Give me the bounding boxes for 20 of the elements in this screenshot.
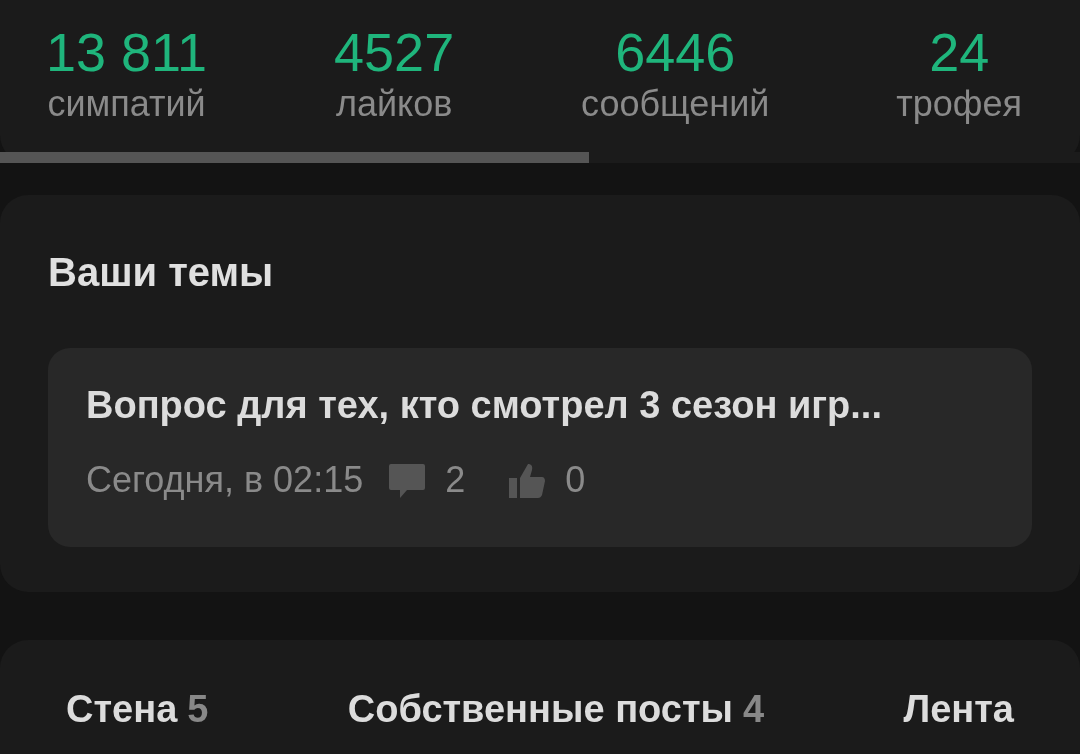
tab-label: Собственные посты	[347, 688, 734, 730]
comment-count: 2	[445, 458, 466, 502]
profile-tab[interactable]: Стена 5	[66, 684, 209, 734]
stat-label: трофея	[896, 82, 1022, 126]
topic-card[interactable]: Вопрос для тех, кто смотрел 3 сезон игр... Сегодня, в 02:15 2 0	[48, 348, 1032, 547]
stat-label: лайков	[335, 82, 453, 126]
stat-value: 4527	[334, 22, 455, 82]
stat-value: 6446	[615, 22, 736, 82]
like-count: 0	[565, 458, 586, 502]
topic-time: Сегодня, в 02:15	[86, 458, 364, 502]
stat-value: 24	[929, 22, 990, 82]
stat-value: 13 811	[46, 22, 208, 82]
stat-label: сообщений	[581, 82, 770, 126]
stat-label: симпатий	[47, 82, 206, 126]
topic-title: Вопрос для тех, кто смотрел 3 сезон игр...	[86, 383, 883, 428]
tab-count: 4	[743, 688, 765, 730]
profile-tab[interactable]: Собственные посты 4	[347, 684, 765, 734]
tab-label: Стена	[66, 688, 178, 730]
tab-count: 5	[187, 688, 209, 730]
section-title: Ваши темы	[48, 249, 275, 296]
